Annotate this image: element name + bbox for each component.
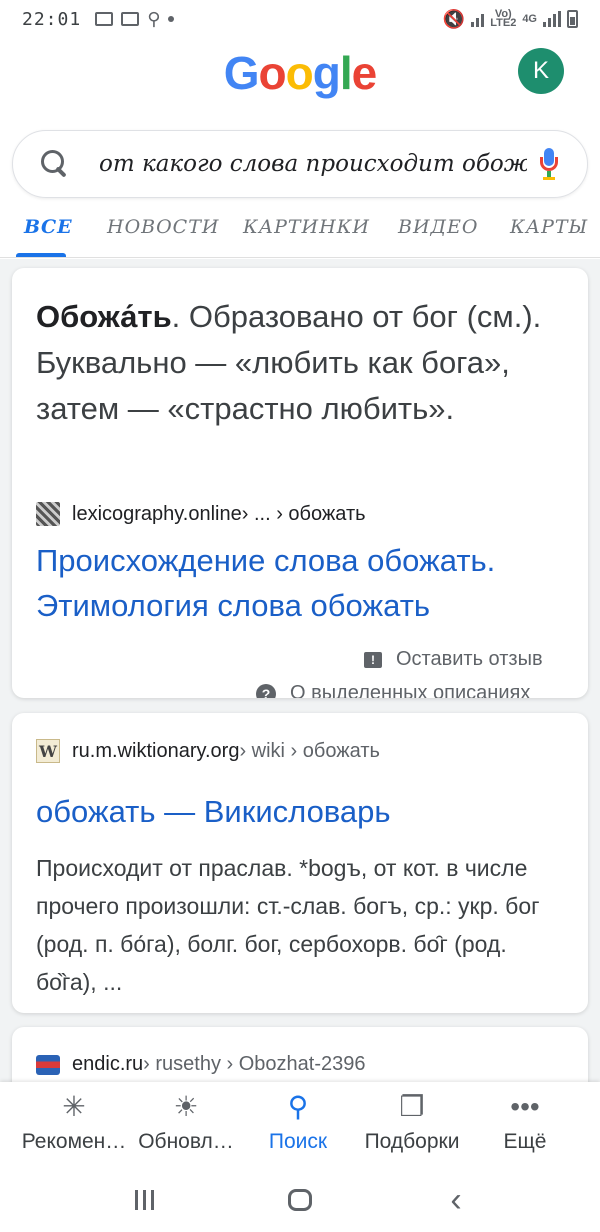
about-label: О выделенных описаниях [290,682,531,698]
logo-letter: g [312,47,341,99]
result-source[interactable]: endic.ru › rusethy › Obozhat-2396 [36,1053,366,1076]
nav-collections[interactable]: ❐ Подборки [352,1090,472,1154]
snippet-link-title[interactable]: Происхождение слова обожать. Этимология … [36,538,576,628]
nav-label: Поиск [268,1130,328,1153]
search-notification-icon: ⚲ [147,8,161,29]
source-domain: lexicography.online [72,502,242,525]
signal-2-icon [543,11,561,27]
system-status-icons: 🔇 Vo) LTE2 4G [443,9,578,30]
status-time: 22:01 [22,8,82,30]
logo-letter: o [285,47,314,99]
search-box[interactable] [12,130,588,198]
google-logo: Google [0,46,600,100]
collections-icon: ❐ [399,1091,425,1122]
feedback-label: Оставить отзыв [396,648,543,670]
active-tab-indicator [16,253,66,257]
help-icon: ? [256,683,276,698]
tab-video[interactable]: ВИДЕО [398,206,478,238]
snippet-source[interactable]: lexicography.online › ... › обожать [36,502,366,526]
result-source[interactable]: W ru.m.wiktionary.org › wiki › обожать [36,739,380,763]
volte-label: Vo) LTE2 [490,9,517,29]
updates-icon: ☀ [173,1091,199,1122]
result-title[interactable]: обожать — Викисловарь [36,789,576,834]
tab-all[interactable]: ВСЕ [24,206,73,238]
endic-favicon-icon [36,1054,60,1075]
search-tabs: ВСЕ НОВОСТИ КАРТИНКИ ВИДЕО КАРТЫ [0,206,600,258]
more-notifications-dot-icon [168,16,175,22]
network-gen-label: 4G [522,12,537,25]
feedback-button[interactable]: ! Оставить отзыв [364,648,543,671]
lexicography-favicon-icon [36,502,60,526]
nav-label: Рекомен… [21,1130,127,1153]
nav-search[interactable]: ⚲ Поиск [238,1090,358,1154]
back-button[interactable]: ‹ [426,1180,486,1220]
microphone-icon[interactable] [537,146,561,182]
source-path: › ... › обожать [241,502,366,525]
recents-button[interactable] [114,1180,174,1220]
snippet-text: Обожа́ть. Образовано от бог (см.). Буква… [36,294,566,432]
asterisk-icon: ✳ [62,1091,86,1122]
result-description: Происходит от праслав. *bogъ, от кот. в … [36,855,540,995]
nav-label: Обновл… [138,1130,234,1153]
logo-letter: l [339,47,353,99]
back-icon: ‹ [450,1180,462,1219]
nav-label: Ещё [503,1130,547,1153]
nav-discover[interactable]: ✳ Рекомен… [14,1090,134,1154]
tab-news[interactable]: НОВОСТИ [107,206,219,238]
battery-icon [567,10,578,28]
tab-images[interactable]: КАРТИНКИ [243,206,370,238]
logo-letter: o [258,47,287,99]
system-navigation: ‹ [0,1168,600,1232]
nav-more[interactable]: ••• Ещё [465,1090,585,1154]
result-path: › wiki › обожать [239,739,380,762]
result-card: W ru.m.wiktionary.org › wiki › обожать о… [12,713,588,1013]
nav-updates[interactable]: ☀ Обновл… [126,1090,246,1154]
search-icon[interactable] [39,148,71,180]
featured-snippet-card: Обожа́ть. Образовано от бог (см.). Буква… [12,268,588,698]
nav-label: Подборки [364,1130,460,1153]
about-snippets-link[interactable]: ? О выделенных описаниях [256,682,530,698]
tab-maps[interactable]: КАРТЫ [510,206,588,238]
signal-1-icon [471,11,485,27]
gallery-notification-icon [95,12,114,26]
status-bar: 22:01 ⚲ 🔇 Vo) LTE2 4G [0,0,600,38]
more-icon: ••• [510,1091,540,1122]
result-path: › rusethy › Obozhat-2396 [143,1053,366,1075]
home-button[interactable] [270,1180,330,1220]
search-input[interactable] [99,151,527,177]
logo-letter: e [351,47,378,99]
bottom-navigation: ✳ Рекомен… ☀ Обновл… ⚲ Поиск ❐ Подборки … [0,1082,600,1168]
result-domain: ru.m.wiktionary.org [72,739,240,762]
result-domain: endic.ru [72,1053,144,1075]
logo-letter: G [223,47,260,99]
account-avatar[interactable]: K [518,48,564,94]
volte-bottom: LTE2 [490,17,517,29]
wiktionary-favicon-icon: W [36,739,60,763]
feedback-flag-icon: ! [364,651,382,668]
calendar-notification-icon [121,12,140,26]
notification-icons: ⚲ [95,8,175,30]
search-icon: ⚲ [287,1091,309,1122]
snippet-term: Обожа́ть [36,299,172,334]
mute-icon: 🔇 [442,8,466,29]
home-icon [288,1189,312,1211]
